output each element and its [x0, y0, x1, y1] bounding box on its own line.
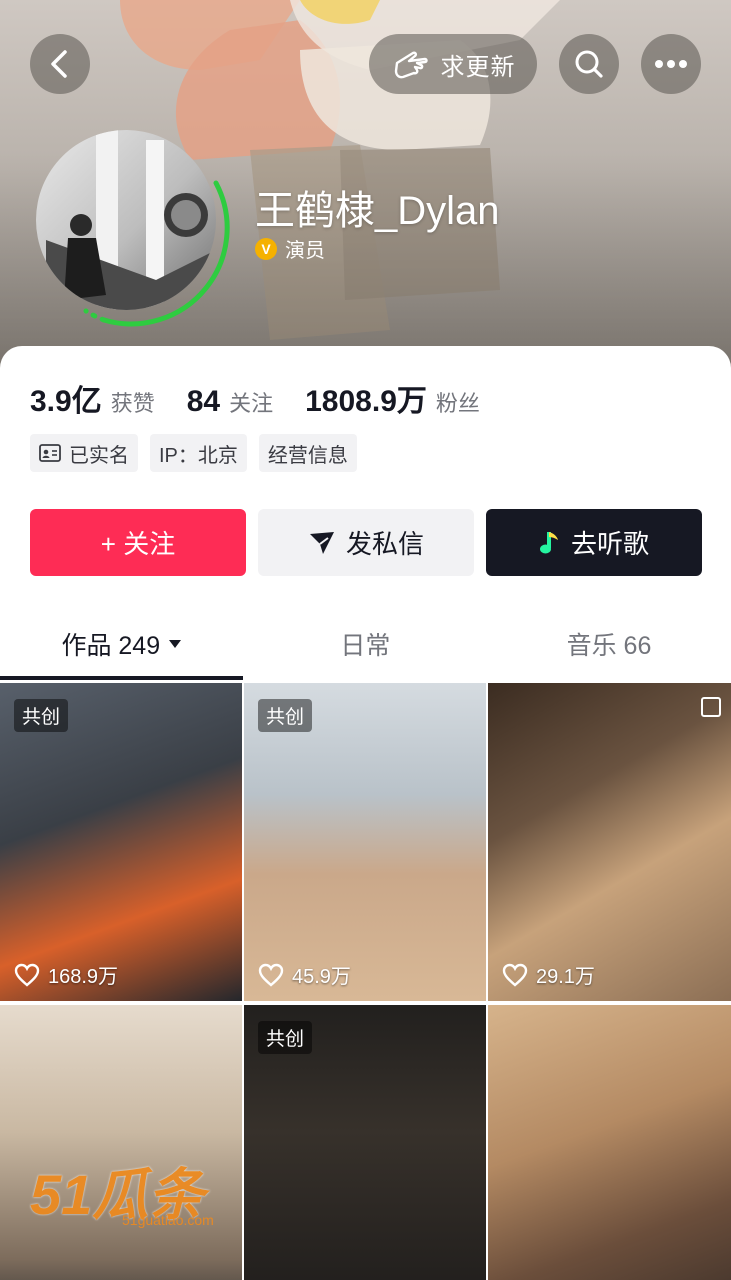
search-button[interactable] [559, 34, 619, 94]
tab-works-label: 作品 249 [61, 632, 161, 660]
video-likes-count: 29.1万 [536, 966, 595, 988]
message-button[interactable]: 发私信 [258, 509, 474, 576]
profile-stats: 3.9亿 获赞 84 关注 1808.9万 粉丝 [30, 376, 512, 420]
likes-stat[interactable]: 3.9亿 获赞 [30, 376, 155, 420]
realname-tag[interactable]: 已实名 [30, 434, 138, 472]
ip-label: IP：北京 [159, 444, 238, 467]
avatar-photo [46, 130, 216, 310]
tab-works[interactable]: 作品 249 [0, 608, 244, 680]
request-update-button[interactable]: 求更新 [369, 34, 537, 94]
more-button[interactable] [641, 34, 701, 94]
heart-icon [14, 963, 40, 987]
profile-name: 王鹤棣_Dylan [255, 189, 500, 233]
video-thumbnail[interactable]: 共创 45.9万 [244, 683, 486, 1001]
followers-count: 1808.9万 [305, 385, 427, 418]
realname-label: 已实名 [69, 444, 129, 467]
tab-daily-label: 日常 [340, 632, 391, 660]
video-thumbnail[interactable]: 共创 168.9万 [0, 683, 242, 1001]
heart-icon [258, 963, 284, 987]
back-button[interactable] [30, 34, 90, 94]
tab-music[interactable]: 音乐 66 [487, 608, 731, 680]
video-likes: 45.9万 [258, 960, 351, 989]
video-thumbnail[interactable] [0, 1005, 242, 1280]
search-icon [575, 50, 603, 78]
video-likes-count: 45.9万 [292, 966, 351, 988]
active-tab-indicator [0, 676, 243, 680]
followers-label: 粉丝 [435, 391, 480, 416]
dropdown-icon [169, 640, 182, 648]
more-icon [655, 60, 687, 68]
watermark-url: 51guatiao.com [122, 1212, 214, 1228]
heart-icon [502, 963, 528, 987]
tab-daily[interactable]: 日常 [244, 608, 488, 680]
send-icon [309, 531, 334, 554]
video-likes: 168.9万 [14, 960, 118, 989]
idcard-icon [39, 444, 61, 462]
listen-music-button[interactable]: 去听歌 [486, 509, 702, 576]
music-note-icon [539, 531, 558, 553]
video-likes: 29.1万 [502, 960, 595, 989]
avatar[interactable] [36, 130, 216, 310]
follow-label: + 关注 [100, 529, 176, 559]
follow-button[interactable]: + 关注 [30, 509, 246, 576]
action-buttons: + 关注 发私信 去听歌 [30, 509, 702, 576]
following-label: 关注 [229, 391, 274, 416]
hand-icon [394, 51, 428, 79]
followers-stat[interactable]: 1808.9万 粉丝 [305, 376, 480, 420]
back-icon [51, 50, 67, 78]
request-update-label: 求更新 [440, 53, 516, 81]
verify-label: 演员 [285, 240, 325, 262]
profile-tags: 已实名 IP：北京 经营信息 [30, 434, 357, 472]
business-info-tag[interactable]: 经营信息 [258, 434, 357, 472]
video-thumbnail[interactable] [488, 1005, 731, 1280]
co-create-badge: 共创 [14, 699, 69, 732]
video-likes-count: 168.9万 [48, 966, 119, 988]
following-count: 84 [186, 385, 221, 418]
listen-music-label: 去听歌 [570, 529, 649, 559]
following-stat[interactable]: 84 关注 [187, 385, 273, 419]
co-create-badge: 共创 [258, 699, 313, 732]
business-info-label: 经营信息 [267, 444, 348, 467]
message-label: 发私信 [345, 529, 424, 559]
co-create-badge: 共创 [258, 1021, 313, 1054]
verified-badge-icon: V [255, 237, 277, 260]
video-thumbnail[interactable]: 共创 [244, 1005, 486, 1280]
tab-music-label: 音乐 66 [566, 632, 652, 660]
video-thumbnail[interactable]: 29.1万 [488, 683, 731, 1001]
verification: V 演员 [255, 234, 325, 263]
select-checkbox-icon[interactable] [701, 697, 721, 717]
content-tabs: 作品 249 日常 音乐 66 [0, 608, 731, 680]
ip-tag: IP：北京 [150, 434, 247, 472]
likes-count: 3.9亿 [30, 385, 102, 418]
likes-label: 获赞 [110, 391, 155, 416]
